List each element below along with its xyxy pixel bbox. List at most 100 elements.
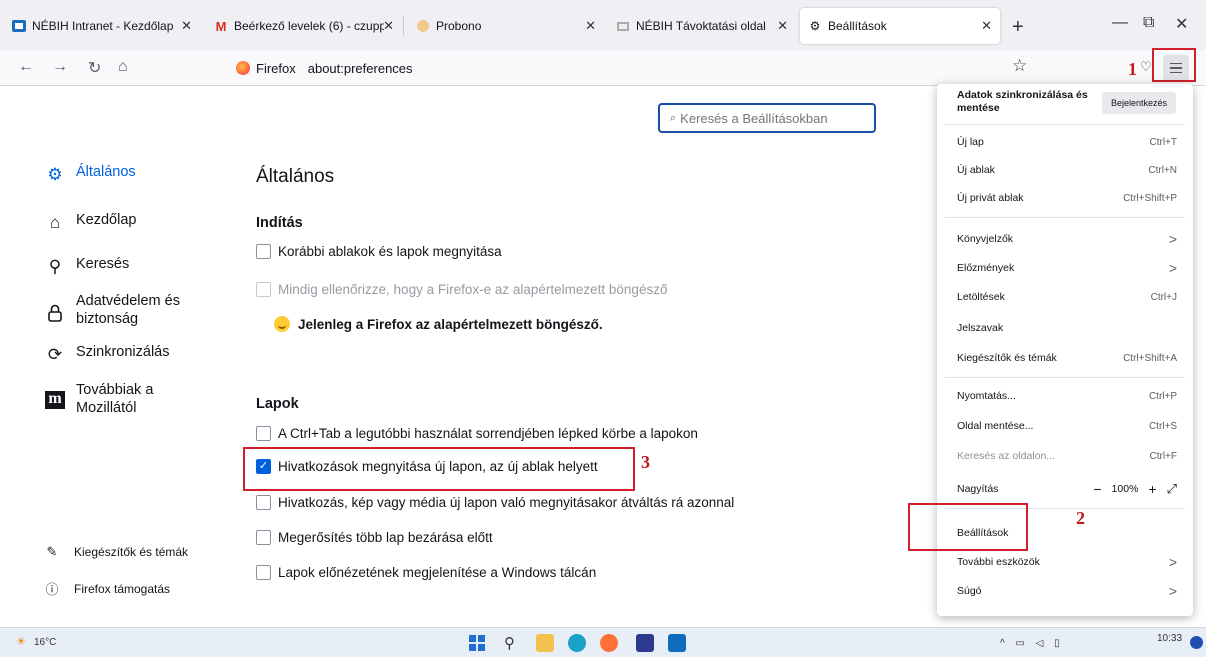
- sync-icon: ⟳: [47, 345, 63, 364]
- option-label: A Ctrl+Tab a legutóbbi használat sorrend…: [278, 426, 698, 441]
- menu-item-label: További eszközök: [957, 556, 1040, 568]
- sidebar-item-home[interactable]: ⌂ Kezdőlap: [44, 212, 137, 234]
- probono-favicon: [416, 19, 430, 33]
- home-icon[interactable]: ⌂: [118, 58, 128, 76]
- taskbar-previews-checkbox[interactable]: [256, 565, 271, 580]
- taskbar-clock[interactable]: 10:33: [1157, 633, 1182, 644]
- sidebar-item-general[interactable]: ⚙ Általános: [44, 164, 135, 186]
- ctrl-tab-checkbox[interactable]: [256, 426, 271, 441]
- close-tab-icon[interactable]: ✕: [585, 18, 596, 34]
- menu-item-label: Jelszavak: [957, 322, 1004, 334]
- search-input[interactable]: [680, 110, 861, 126]
- check-default-option: Mindig ellenőrizze, hogy a Firefox-e az …: [256, 282, 667, 297]
- zoom-level[interactable]: 100%: [1112, 483, 1139, 495]
- sidebar-item-search[interactable]: ⚲ Keresés: [44, 256, 129, 278]
- menu-item-shortcut: Ctrl+Shift+P: [1123, 192, 1177, 204]
- tab-gmail[interactable]: M Beérkező levelek (6) - czuppo ✕: [206, 8, 402, 44]
- bookmark-star-icon[interactable]: ☆: [1012, 56, 1027, 76]
- menu-item-shortcut: Ctrl+F: [1149, 450, 1178, 462]
- sidebar-footer-support[interactable]: ⓘ Firefox támogatás: [44, 579, 170, 598]
- close-tab-icon[interactable]: ✕: [777, 18, 788, 34]
- close-tab-icon[interactable]: ✕: [181, 18, 192, 34]
- file-explorer-icon[interactable]: [536, 634, 554, 652]
- url-bar[interactable]: Firefox about:preferences: [236, 54, 1046, 82]
- menu-item-label: Új ablak: [957, 164, 995, 176]
- sidebar-item-label: Kezdőlap: [76, 212, 137, 228]
- fullscreen-icon[interactable]: ⤢: [1167, 481, 1177, 497]
- tab-beallitasok[interactable]: ⚙ Beállítások ✕: [800, 8, 1000, 44]
- ctrl-tab-option[interactable]: A Ctrl+Tab a legutóbbi használat sorrend…: [256, 426, 698, 441]
- sidebar-item-sync[interactable]: ⟳ Szinkronizálás: [44, 344, 170, 366]
- app-taskbar-icon[interactable]: [636, 634, 654, 652]
- menu-item-save-page[interactable]: Oldal mentése... Ctrl+S: [957, 415, 1177, 437]
- back-arrow-icon[interactable]: ←: [18, 58, 34, 76]
- menu-item-label: Súgó: [957, 585, 982, 597]
- menu-item-shortcut: Ctrl+S: [1148, 420, 1177, 432]
- windows-start-icon[interactable]: [468, 634, 486, 652]
- menu-item-shortcut: Ctrl+Shift+A: [1123, 352, 1177, 364]
- page-title: Általános: [256, 166, 335, 187]
- firefox-taskbar-icon[interactable]: [600, 634, 618, 652]
- pocket-icon[interactable]: ♡: [1140, 59, 1152, 75]
- gmail-favicon: M: [215, 18, 227, 34]
- menu-item-new-window[interactable]: Új ablak Ctrl+N: [957, 159, 1177, 181]
- sign-in-button[interactable]: Bejelentkezés: [1102, 92, 1176, 114]
- close-tab-icon[interactable]: ✕: [981, 18, 992, 34]
- url-identity-label: Firefox: [256, 60, 296, 76]
- menu-item-new-tab[interactable]: Új lap Ctrl+T: [957, 131, 1177, 153]
- new-tab-button[interactable]: +: [1012, 16, 1024, 39]
- menu-item-downloads[interactable]: Letöltések Ctrl+J: [957, 286, 1177, 308]
- menu-item-shortcut: Ctrl+P: [1148, 390, 1177, 402]
- menu-item-label: Új lap: [957, 136, 984, 148]
- menu-item-shortcut: Ctrl+T: [1149, 136, 1178, 148]
- puzzle-icon: ✎: [46, 544, 58, 559]
- close-tab-icon[interactable]: ✕: [383, 18, 394, 34]
- outlook-icon[interactable]: [668, 634, 686, 652]
- windows-taskbar: ☀ 16°C ⚲ ^ ▭ ◁ ▯ 10:33: [0, 627, 1206, 657]
- menu-item-history[interactable]: Előzmények >: [957, 257, 1177, 279]
- menu-item-print[interactable]: Nyomtatás... Ctrl+P: [957, 385, 1177, 407]
- taskbar-previews-option[interactable]: Lapok előnézetének megjelenítése a Windo…: [256, 565, 596, 580]
- system-tray-icons[interactable]: ^ ▭ ◁ ▯: [1000, 638, 1064, 649]
- forward-arrow-icon[interactable]: →: [52, 58, 68, 76]
- menu-separator: [945, 377, 1185, 378]
- confirm-close-checkbox[interactable]: [256, 530, 271, 545]
- tab-probono[interactable]: Probono ✕: [408, 8, 604, 44]
- restore-session-option[interactable]: Korábbi ablakok és lapok megnyitása: [256, 244, 502, 259]
- zoom-in-button[interactable]: +: [1148, 481, 1156, 497]
- menu-item-private-window[interactable]: Új privát ablak Ctrl+Shift+P: [957, 187, 1177, 209]
- restore-button[interactable]: ⧉: [1143, 14, 1154, 32]
- menu-item-bookmarks[interactable]: Könyvjelzők >: [957, 228, 1177, 250]
- minimize-button[interactable]: —: [1112, 14, 1128, 32]
- tab-nebih-intranet[interactable]: NÉBIH Intranet - Kezdőlap ✕: [4, 8, 200, 44]
- menu-item-more-tools[interactable]: További eszközök >: [957, 551, 1177, 573]
- sidebar-item-mozilla[interactable]: m Továbbiak a Mozillától: [44, 381, 214, 417]
- menu-item-passwords[interactable]: Jelszavak: [957, 317, 1177, 339]
- zoom-out-button[interactable]: −: [1093, 481, 1101, 497]
- reload-icon[interactable]: ↻: [88, 58, 101, 78]
- chevron-right-icon: >: [1168, 583, 1177, 599]
- annotation-box-menu: [1152, 48, 1196, 82]
- close-window-button[interactable]: ✕: [1175, 14, 1188, 34]
- weather-icon[interactable]: ☀: [16, 635, 26, 648]
- sidebar-footer-addons[interactable]: ✎ Kiegészítők és témák: [44, 544, 189, 560]
- menu-item-find[interactable]: Keresés az oldalon... Ctrl+F: [957, 445, 1177, 467]
- restore-session-checkbox[interactable]: [256, 244, 271, 259]
- url-text: about:preferences: [307, 60, 413, 76]
- menu-item-label: Előzmények: [957, 262, 1015, 274]
- firefox-logo-icon: [236, 61, 250, 75]
- tab-title: NÉBIH Intranet - Kezdőlap: [32, 19, 174, 33]
- notification-badge-icon[interactable]: [1190, 636, 1203, 649]
- taskbar-search-icon[interactable]: ⚲: [504, 634, 522, 652]
- preferences-search[interactable]: ⌕: [658, 103, 876, 133]
- menu-item-help[interactable]: Súgó >: [957, 580, 1177, 602]
- weather-temperature[interactable]: 16°C: [34, 637, 56, 648]
- edge-icon[interactable]: [568, 634, 586, 652]
- sidebar-item-privacy[interactable]: Adatvédelem és biztonság: [44, 292, 214, 328]
- menu-item-addons[interactable]: Kiegészítők és témák Ctrl+Shift+A: [957, 347, 1177, 369]
- switch-to-new-tab-checkbox[interactable]: [256, 495, 271, 510]
- menu-item-label: Oldal mentése...: [957, 420, 1034, 432]
- switch-to-new-tab-option[interactable]: Hivatkozás, kép vagy média új lapon való…: [256, 495, 734, 510]
- tab-tavoktatas[interactable]: NÉBIH Távoktatási oldal ✕: [608, 8, 796, 44]
- confirm-close-option[interactable]: Megerősítés több lap bezárása előtt: [256, 530, 493, 545]
